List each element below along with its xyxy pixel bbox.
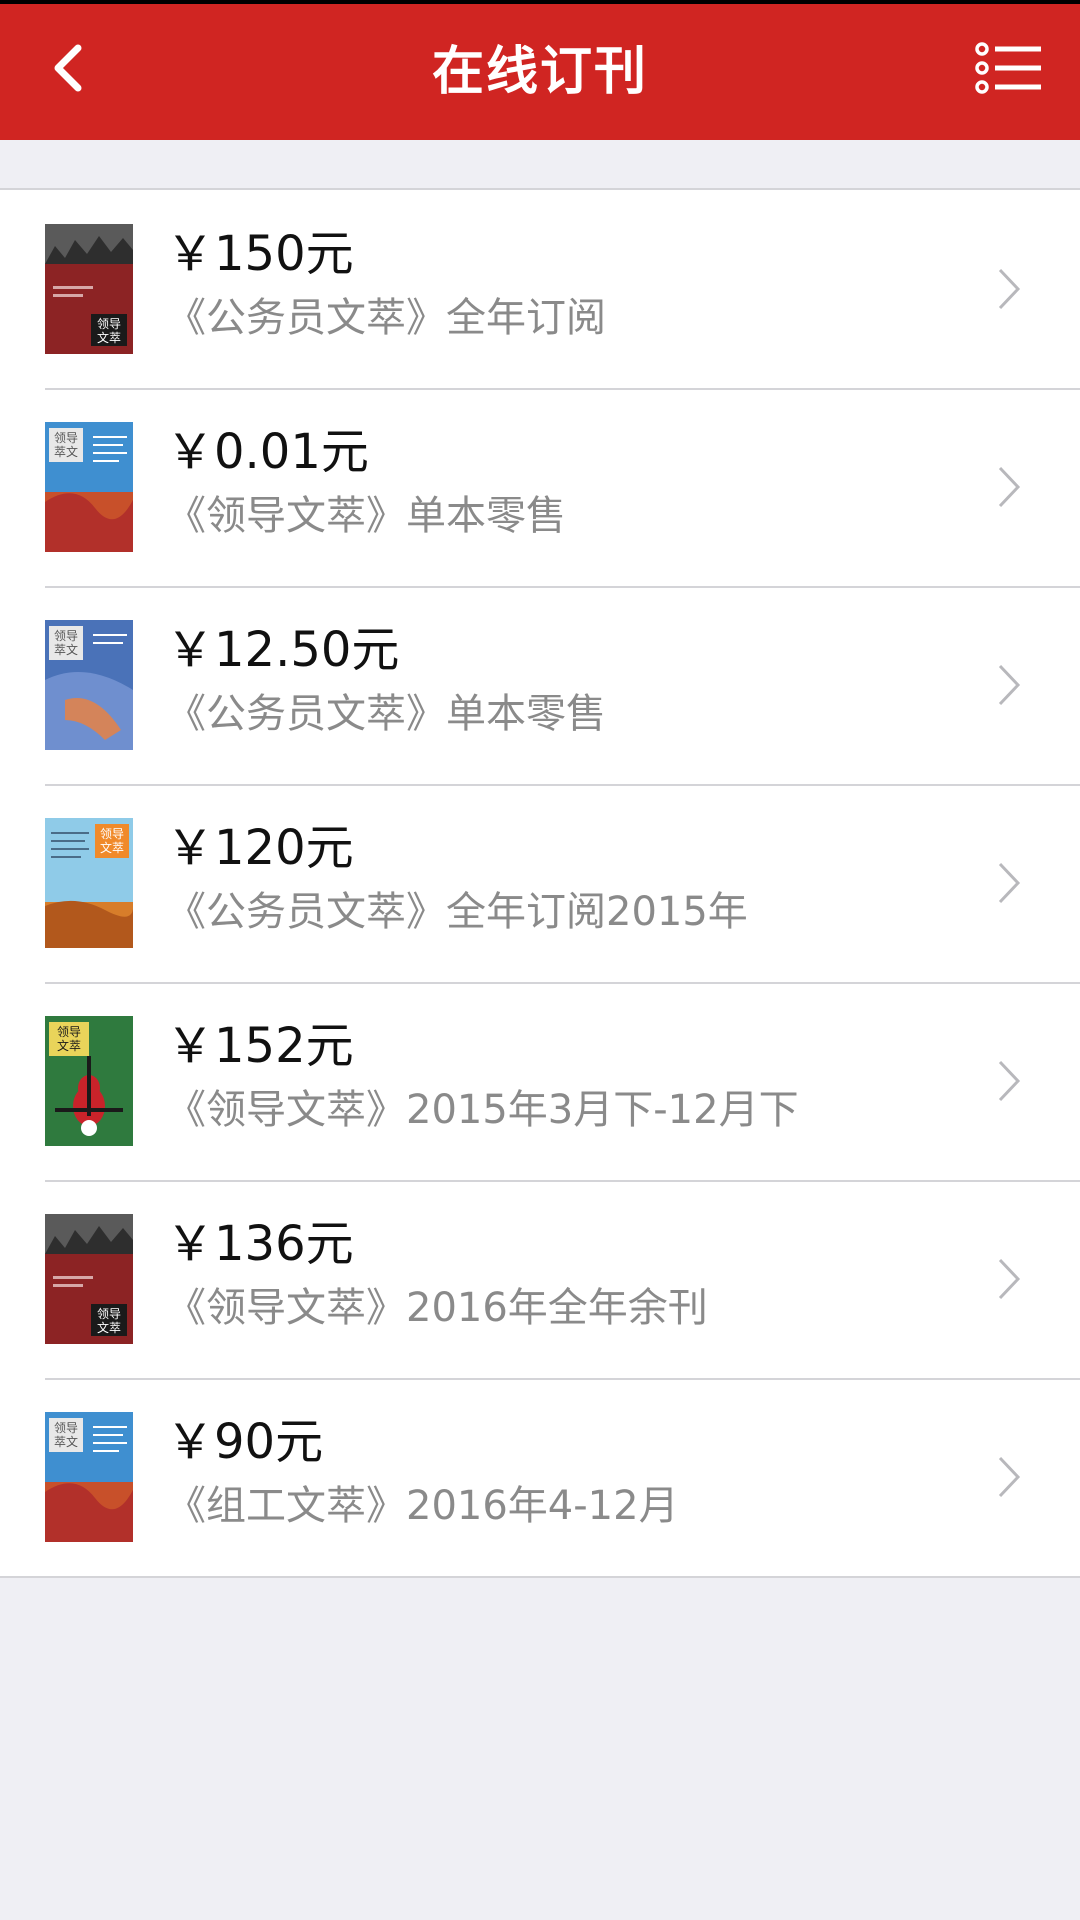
magazine-cover: 领导 萃文 xyxy=(45,422,133,552)
svg-text:文萃: 文萃 xyxy=(100,840,124,855)
chevron-right-icon xyxy=(998,1060,1021,1102)
subscription-item[interactable]: 领导 文萃 ￥152元 《领导文萃》2015年3月下-12月下 xyxy=(0,982,1080,1180)
svg-text:领导: 领导 xyxy=(97,317,121,331)
item-title: 《领导文萃》2015年3月下-12月下 xyxy=(166,1087,799,1133)
svg-text:领导: 领导 xyxy=(97,1307,121,1321)
chevron-right-icon xyxy=(998,664,1021,706)
magazine-cover: 领导 文萃 xyxy=(45,818,133,948)
svg-text:萃文: 萃文 xyxy=(54,642,78,657)
item-price: ￥136元 xyxy=(166,1216,354,1272)
list-menu-icon xyxy=(975,42,1041,94)
item-price: ￥150元 xyxy=(166,226,354,282)
svg-text:领导: 领导 xyxy=(57,1025,81,1039)
item-title: 《领导文萃》单本零售 xyxy=(166,493,566,539)
item-price: ￥12.50元 xyxy=(166,622,400,678)
magazine-cover: 领导 文萃 xyxy=(45,1214,133,1344)
chevron-right-icon xyxy=(998,1258,1021,1300)
item-title: 《公务员文萃》单本零售 xyxy=(166,691,606,737)
svg-text:萃文: 萃文 xyxy=(54,1434,78,1449)
item-title: 《领导文萃》2016年全年余刊 xyxy=(166,1285,708,1331)
magazine-cover: 领导 萃文 xyxy=(45,1412,133,1542)
page-title: 在线订刊 xyxy=(431,42,648,102)
item-price: ￥120元 xyxy=(166,820,354,876)
svg-text:萃文: 萃文 xyxy=(54,444,78,459)
item-price: ￥0.01元 xyxy=(166,424,369,480)
item-title: 《组工文萃》2016年4-12月 xyxy=(166,1483,679,1529)
item-title: 《公务员文萃》全年订阅 xyxy=(166,295,606,341)
item-price: ￥152元 xyxy=(166,1018,354,1074)
svg-text:领导: 领导 xyxy=(54,1421,78,1435)
svg-text:领导: 领导 xyxy=(54,431,78,445)
subscription-list: 领导 文萃 ￥150元 《公务员文萃》全年订阅 领导 萃文 ￥0.01元 《领导… xyxy=(0,188,1080,1578)
chevron-right-icon xyxy=(998,268,1021,310)
subscription-item[interactable]: 领导 萃文 ￥90元 《组工文萃》2016年4-12月 xyxy=(0,1378,1080,1576)
subscription-item[interactable]: 领导 文萃 ￥120元 《公务员文萃》全年订阅2015年 xyxy=(0,784,1080,982)
item-title: 《公务员文萃》全年订阅2015年 xyxy=(166,889,748,935)
chevron-right-icon xyxy=(998,466,1021,508)
subscription-item[interactable]: 领导 文萃 ￥150元 《公务员文萃》全年订阅 xyxy=(0,190,1080,388)
chevron-right-icon xyxy=(998,1456,1021,1498)
magazine-cover: 领导 文萃 xyxy=(45,1016,133,1146)
menu-button[interactable] xyxy=(958,22,1058,114)
svg-text:文萃: 文萃 xyxy=(97,330,121,345)
item-price: ￥90元 xyxy=(166,1414,324,1470)
subscription-item[interactable]: 领导 文萃 ￥136元 《领导文萃》2016年全年余刊 xyxy=(0,1180,1080,1378)
svg-text:领导: 领导 xyxy=(100,827,124,841)
subscription-item[interactable]: 领导 萃文 ￥0.01元 《领导文萃》单本零售 xyxy=(0,388,1080,586)
subscription-item[interactable]: 领导 萃文 ￥12.50元 《公务员文萃》单本零售 xyxy=(0,586,1080,784)
svg-text:文萃: 文萃 xyxy=(97,1320,121,1335)
svg-text:领导: 领导 xyxy=(54,629,78,643)
chevron-right-icon xyxy=(998,862,1021,904)
magazine-cover: 领导 文萃 xyxy=(45,224,133,354)
svg-text:文萃: 文萃 xyxy=(57,1038,81,1053)
magazine-cover: 领导 萃文 xyxy=(45,620,133,750)
